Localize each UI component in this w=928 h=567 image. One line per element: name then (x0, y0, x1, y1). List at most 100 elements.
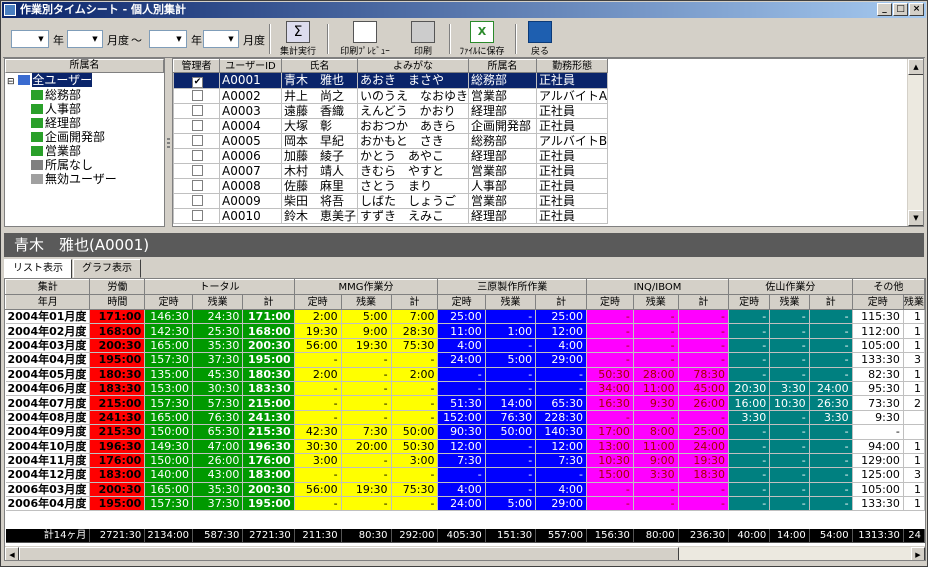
time-cell: 149:30 (144, 439, 193, 454)
time-cell: 26:00 (678, 395, 730, 411)
user-column-header[interactable]: 管理者 (173, 59, 220, 73)
user-list: 管理者 ユーザーID 氏名 よみがな 所属名 勤務形態 ✔ A0001 青木 雅也 あおき まさ… (172, 58, 924, 227)
user-row[interactable]: A0005 岡本 早紀 おかもと さき 総務部 アルバイトB (173, 133, 609, 149)
vertical-splitter[interactable] (166, 58, 171, 227)
save-to-file-button[interactable]: X ﾌｧｲﾙに保存 (455, 21, 509, 57)
print-preview-button[interactable]: 印刷ﾌﾟﾚﾋﾞｭｰ (335, 21, 395, 57)
tree-item-no-dept[interactable]: 所属なし (31, 158, 93, 173)
time-cell: - (586, 410, 634, 426)
user-cell-id: A0009 (219, 193, 282, 209)
time-cell: 20:30 (728, 381, 771, 397)
total-cell: 24 (903, 528, 925, 544)
user-row[interactable]: A0003 遠藤 香織 えんどう かおり 経理部 正社員 (173, 103, 609, 119)
minimize-button[interactable]: _ (877, 3, 892, 16)
tree-item-planning-dev[interactable]: 企画開発部 (31, 130, 105, 145)
tab-list-view[interactable]: リスト表示 (4, 259, 72, 279)
admin-checkbox[interactable] (192, 89, 203, 101)
admin-checkbox[interactable] (192, 149, 203, 161)
tree-item-sales[interactable]: 営業部 (31, 144, 81, 159)
user-row[interactable]: A0007 木村 靖人 きむら やすと 営業部 正社員 (173, 163, 609, 179)
admin-checkbox[interactable] (192, 194, 203, 206)
labor-time-header: 時間 (89, 294, 146, 310)
user-row[interactable]: A0010 鈴木 恵美子 すずき えみこ 経理部 正社員 (173, 208, 609, 224)
time-cell: 115:30 (852, 309, 904, 325)
user-cell-kana: さとう まり (356, 178, 470, 194)
scroll-left-button[interactable]: ◀ (5, 547, 19, 560)
admin-checkbox[interactable]: ✔ (192, 77, 203, 88)
year-month-cell: 2004年07月度 (5, 395, 91, 411)
group-header: 佐山作業分 (728, 279, 853, 295)
sub-header: 定時 (437, 294, 486, 310)
admin-checkbox[interactable] (192, 209, 203, 221)
back-button[interactable]: 戻る (521, 21, 559, 57)
close-button[interactable]: × (909, 3, 924, 16)
admin-checkbox[interactable] (192, 134, 203, 146)
print-button[interactable]: 印刷 (403, 21, 443, 57)
user-cell-dept: 企画開発部 (468, 118, 538, 134)
user-column-header[interactable]: よみがな (356, 59, 470, 73)
tree-item-all-users[interactable]: ⊟ 全ユーザー (7, 73, 93, 88)
user-cell-id: A0006 (219, 148, 282, 164)
department-icon (31, 90, 43, 100)
time-cell: 2:00 (294, 309, 342, 325)
time-cell: 105:00 (852, 338, 904, 354)
time-cell: - (769, 467, 810, 483)
tree-item-accounting[interactable]: 経理部 (31, 116, 81, 131)
sub-header: 定時 (144, 294, 193, 310)
scroll-thumb[interactable] (19, 547, 679, 560)
total-cell: 40:00 (728, 528, 771, 544)
tree-item-general-affairs[interactable]: 総務部 (31, 88, 81, 103)
time-cell: 9:00 (633, 453, 679, 469)
end-month-select[interactable]: ▼ (203, 30, 239, 48)
user-row[interactable]: A0006 加藤 綾子 かとう あやこ 経理部 正社員 (173, 148, 609, 164)
time-cell: 24:00 (437, 352, 486, 368)
admin-checkbox[interactable] (192, 104, 203, 116)
time-cell: - (678, 338, 730, 354)
time-cell: 13:00 (586, 439, 634, 454)
time-cell: - (769, 424, 810, 440)
start-year-select[interactable]: ▼ (11, 30, 49, 48)
tree-item-hr[interactable]: 人事部 (31, 102, 81, 117)
start-year-label: 年 (53, 34, 64, 47)
user-list-scrollbar[interactable]: ▲ ▼ (907, 59, 923, 226)
time-cell: - (728, 323, 771, 339)
scroll-right-button[interactable]: ▶ (911, 547, 925, 560)
time-cell (903, 410, 925, 426)
user-row[interactable]: A0008 佐藤 麻里 さとう まり 人事部 正社員 (173, 178, 609, 194)
tree-item-disabled-users[interactable]: 無効ユーザー (31, 172, 117, 187)
scroll-up-button[interactable]: ▲ (908, 59, 923, 75)
user-row[interactable]: A0004 大塚 彰おおつか あきら 企画開発部 正社員 (173, 118, 609, 134)
time-cell: 45:30 (192, 367, 244, 382)
time-cell: 2:00 (391, 367, 439, 382)
user-column-header[interactable]: 勤務形態 (536, 59, 609, 73)
user-column-header[interactable]: 氏名 (281, 59, 358, 73)
time-cell: 2 (903, 395, 925, 411)
admin-checkbox[interactable] (192, 179, 203, 191)
time-cell: - (678, 482, 730, 498)
scroll-down-button[interactable]: ▼ (908, 210, 923, 226)
user-cell-dept: 経理部 (468, 208, 538, 224)
user-column-header[interactable]: ユーザーID (219, 59, 282, 73)
timesheet-horizontal-scrollbar[interactable]: ◀ ▶ (5, 546, 925, 560)
tab-graph-view[interactable]: グラフ表示 (73, 259, 141, 278)
time-cell: 165:00 (144, 410, 193, 426)
admin-cell (173, 133, 220, 149)
user-row[interactable]: ✔ A0001 青木 雅也 あおき まさや 総務部 正社員 (173, 72, 609, 89)
time-cell: 24:30 (192, 309, 244, 325)
maximize-button[interactable]: □ (893, 3, 908, 16)
user-row[interactable]: A0009 柴田 将吾 しばた しょうご 営業部 正社員 (173, 193, 609, 209)
total-cell: 211:30 (294, 528, 342, 544)
end-year-select[interactable]: ▼ (149, 30, 187, 48)
aggregate-button[interactable]: Σ 集計実行 (275, 21, 321, 57)
sub-header: 計 (390, 294, 439, 310)
user-row[interactable]: A0002 井上 尚之 いのうえ なおゆき 営業部 アルバイトA (173, 88, 609, 104)
time-cell: 125:00 (852, 467, 904, 483)
total-cell: 2721:30 (89, 528, 146, 544)
admin-checkbox[interactable] (192, 119, 203, 131)
start-month-select[interactable]: ▼ (67, 30, 103, 48)
time-cell: 150:00 (144, 453, 193, 469)
admin-checkbox[interactable] (192, 164, 203, 176)
user-column-header[interactable]: 所属名 (468, 59, 538, 73)
timesheet-table: 集計 労働 トータル MMG作業分 三原製作所作業 INQ/IBOM 佐山作業分 その他 年月… (5, 279, 925, 544)
time-cell: - (437, 467, 486, 483)
